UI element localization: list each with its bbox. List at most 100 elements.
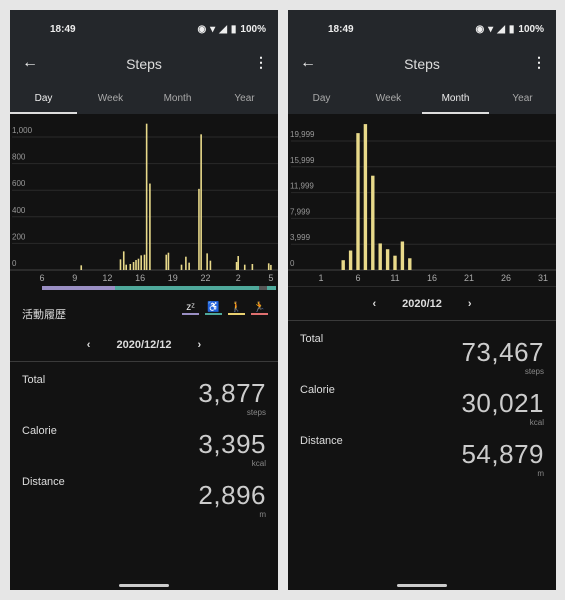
y-tick-label: 800 [12,153,26,162]
tab-year[interactable]: Year [489,90,556,114]
y-tick-label: 11,999 [290,182,314,191]
step-bar [143,254,146,270]
stat-unit: kcal [251,459,266,468]
sleep-icon: zᶻ [182,302,199,315]
step-bar [198,188,200,270]
tab-month[interactable]: Month [144,90,211,114]
divider [288,320,556,321]
x-tick-label: 16 [427,273,437,283]
tab-day[interactable]: Day [288,90,355,114]
step-bar [237,256,239,270]
x-tick-label: 21 [464,273,474,283]
status-time: 18:49 [50,24,76,35]
step-bar [363,124,368,271]
more-options-icon[interactable]: ⋮ [254,54,268,71]
step-bar [165,254,168,270]
x-tick-label: 6 [355,273,360,283]
step-bar [378,243,382,270]
step-bar [243,264,246,270]
step-bar [348,250,353,270]
y-tick-label: 1,000 [12,126,33,135]
y-tick-label: 600 [12,179,26,188]
battery-icon: ▮ [230,24,237,35]
daily-steps-chart: 02004006008001,0006 9 12 16 19 22 2 5 [10,123,278,283]
step-bar [125,264,128,270]
previous-date-icon[interactable]: ‹ [87,339,91,351]
home-indicator[interactable] [397,584,447,587]
tab-year[interactable]: Year [211,90,278,114]
x-tick-label: 16 [135,273,145,283]
stat-unit: steps [524,367,544,376]
x-tick-label: 22 [200,273,210,283]
x-tick-label: 9 [72,273,77,283]
step-bar [206,253,208,270]
x-tick-label: 31 [538,273,548,283]
step-bar [267,263,270,270]
battery-icon: ▮ [508,24,515,35]
stat-value: 54,879 [461,439,544,469]
status-icons: ◉ ▾ ◢ ▮ 100% [475,24,544,35]
tab-week[interactable]: Week [355,90,422,114]
more-options-icon[interactable]: ⋮ [532,54,546,71]
step-bar [251,264,254,270]
stat-unit: kcal [529,418,544,427]
stat-label: Calorie [300,384,335,396]
wifi-icon: ▾ [488,24,494,35]
x-tick-label: 1 [318,273,323,283]
stat-label: Total [22,374,46,386]
wifi-icon: ▾ [210,24,216,35]
step-bar [235,262,238,270]
step-bar [408,258,412,270]
x-tick-label: 6 [39,273,44,283]
stat-calorie: Calorie 30,021 kcal [300,384,544,434]
step-bar [209,260,212,270]
stat-unit: m [537,469,544,478]
date-navigator: ‹ 2020/12 › [288,298,556,310]
battery-percent: 100% [240,24,266,35]
next-month-icon[interactable]: › [468,298,472,310]
y-tick-label: 200 [12,232,26,241]
x-tick-label: 2 [236,273,241,283]
walking-icon: 🚶 [228,302,245,315]
stat-distance: Distance 54,879 m [300,435,544,485]
stat-distance: Distance 2,896 m [22,476,266,526]
sitting-icon: ♿ [205,302,222,315]
current-date: 2020/12/12 [116,339,172,351]
x-tick-label: 12 [102,273,112,283]
stat-value: 30,021 [461,388,544,418]
stat-value: 3,395 [198,429,266,459]
tab-week[interactable]: Week [77,90,144,114]
step-bar [140,255,142,270]
app-header: 18:49 ◉ ▾ ◢ ▮ 100% ← Steps ⋮ Day Week Month … [10,10,278,114]
activity-history-label: 活動履歴 [22,309,66,321]
step-bar [400,241,405,270]
y-tick-label: 7,999 [290,207,311,216]
stat-value: 2,896 [198,480,266,510]
stat-unit: steps [246,408,266,417]
phone-screen-day: 18:49 ◉ ▾ ◢ ▮ 100% ← Steps ⋮ Day Week Month … [10,10,278,590]
y-tick-label: 15,999 [290,156,315,165]
status-time: 18:49 [328,24,354,35]
y-tick-label: 0 [12,259,17,268]
stat-total: Total 3,877 steps [22,374,266,424]
period-tabs: Day Week Month Year [288,90,556,114]
stat-total: Total 73,467 steps [300,333,544,383]
next-date-icon[interactable]: › [198,339,202,351]
step-bar [122,251,125,270]
stat-label: Distance [22,476,65,488]
y-tick-label: 19,999 [290,130,315,139]
home-indicator[interactable] [119,584,169,587]
x-tick-label: 19 [168,273,178,283]
activity-segment-sit [114,286,259,290]
step-bar [137,258,140,270]
step-bar [129,264,132,270]
stat-label: Distance [300,435,343,447]
previous-month-icon[interactable]: ‹ [372,298,376,310]
stat-label: Calorie [22,425,57,437]
app-header: 18:49 ◉ ▾ ◢ ▮ 100% ← Steps ⋮ Day Week Month … [288,10,556,114]
divider [288,286,556,287]
tab-month[interactable]: Month [422,90,489,114]
y-tick-label: 0 [290,259,295,268]
monthly-steps-chart: 03,9997,99911,99915,99919,9991 6 11 16 21 26 3… [288,124,556,283]
tab-day[interactable]: Day [10,90,77,114]
